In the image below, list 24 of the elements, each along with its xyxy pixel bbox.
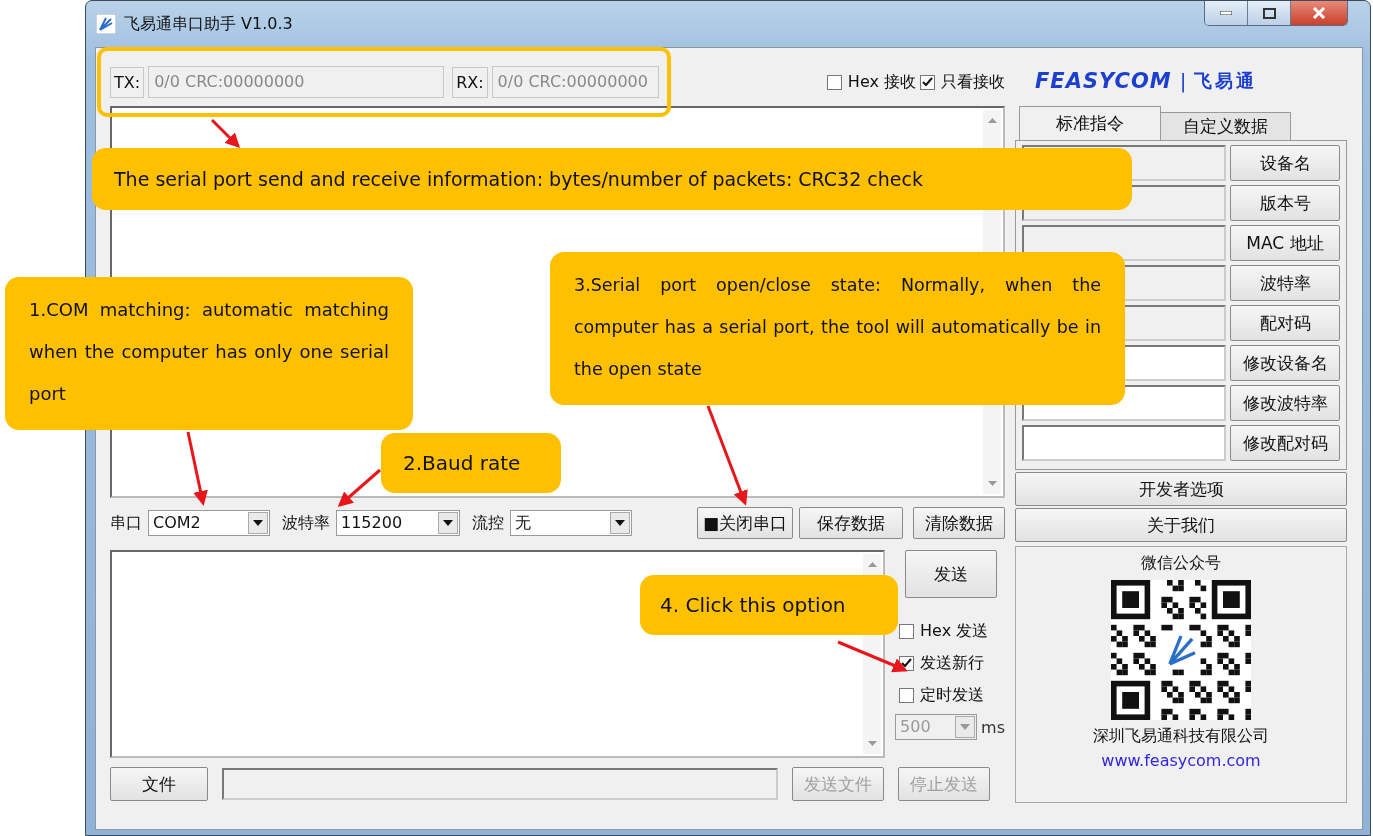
counter-field: 0/0 CRC:00000000 — [148, 66, 445, 98]
counter-label: TX: — [110, 66, 145, 98]
setting-label: 波特率 — [282, 512, 330, 534]
unit-label: ms — [981, 717, 1005, 737]
counter-label: RX: — [452, 66, 488, 98]
brand-name: 飞易通 — [1194, 69, 1258, 93]
window-title: 飞易通串口助手 V1.0.3 — [124, 14, 293, 35]
logo-separator: | — [1179, 69, 1187, 93]
checkbox-label: 只看接收 — [941, 71, 1005, 93]
callout-tooltip: 4. Click this option — [640, 575, 898, 635]
callout-tooltip: The serial port send and receive information: bytes/number of packets: CRC32 check — [92, 148, 1132, 210]
setting-label: 流控 — [472, 512, 504, 534]
wechat-title: 微信公众号 — [1141, 553, 1221, 574]
checkbox-label: 发送新行 — [920, 652, 985, 674]
counter-field: 0/0 CRC:00000000 — [491, 66, 659, 98]
checkbox-label: Hex 接收 — [847, 71, 916, 93]
callout-tooltip: 3.Serial port open/close state: Normally, when the computer has a serial port, the tool will automatically be in the open state — [550, 252, 1125, 405]
callout-tooltip: 2.Baud rate — [381, 433, 561, 493]
checkbox-label: Hex 发送 — [920, 620, 989, 642]
setting-label: 串口 — [110, 512, 142, 534]
checkbox-label: 定时发送 — [920, 684, 985, 706]
callout-tooltip: 1.COM matching: automatic matching when the computer has only one serial port — [5, 277, 413, 430]
company-name: 深圳飞易通科技有限公司 — [1093, 726, 1269, 747]
brand-logo: FEASYCOM — [1035, 69, 1172, 93]
